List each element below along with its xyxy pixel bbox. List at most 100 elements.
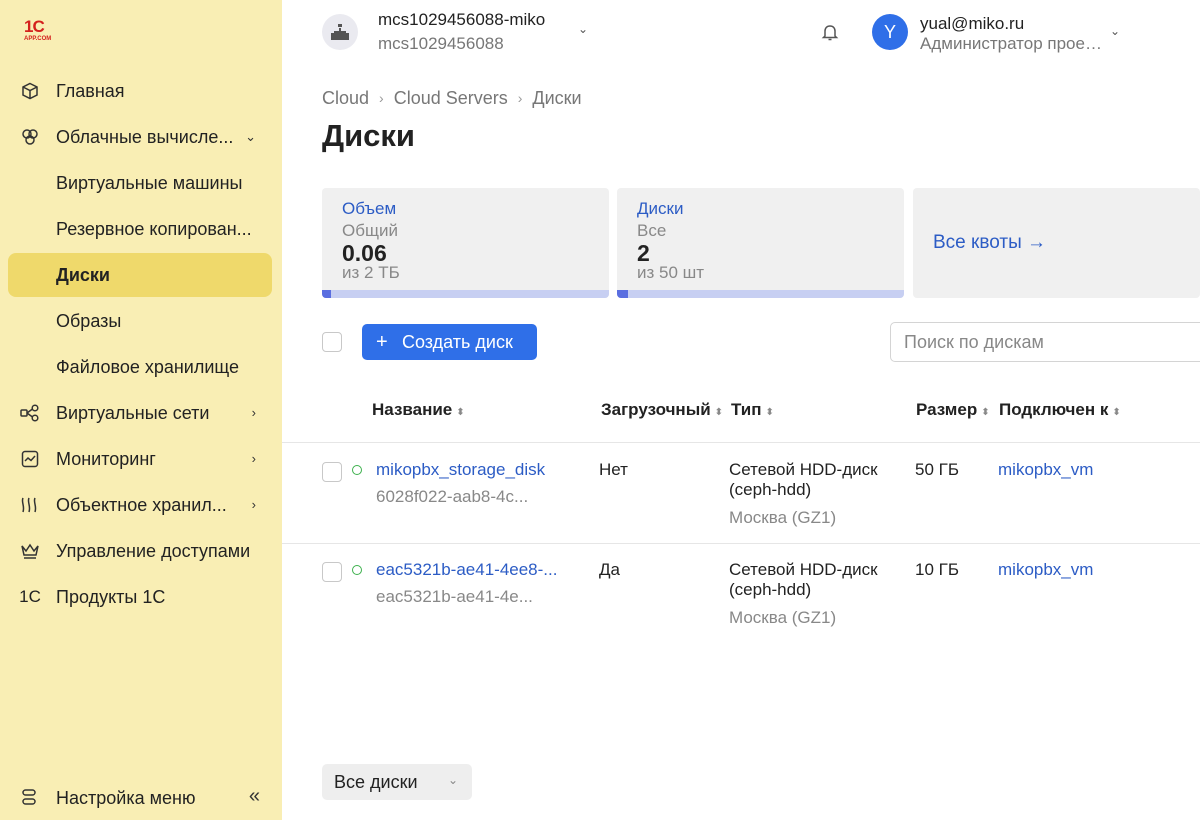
user-role: Администратор проекта — [920, 34, 1102, 53]
disk-size: 10 ГБ — [915, 560, 959, 579]
row-checkbox[interactable] — [322, 462, 342, 482]
attached-vm-link[interactable]: mikopbx_vm — [998, 460, 1093, 480]
project-name: mcs1029456088-miko — [378, 10, 546, 29]
all-quotas-link[interactable]: Все квоты → — [913, 188, 1200, 298]
disk-bootable: Нет — [599, 460, 628, 479]
attached-vm-link[interactable]: mikopbx_vm — [998, 560, 1093, 580]
quota-subtitle: Общий — [342, 221, 398, 240]
status-ok-icon — [352, 565, 362, 575]
chevron-right-icon: › — [251, 451, 256, 466]
collapse-sidebar-icon[interactable]: « — [249, 786, 260, 806]
sidebar-item-images[interactable]: Образы — [8, 299, 272, 343]
disk-type: Сетевой HDD-диск — [729, 460, 878, 479]
table-row: eac5321b-ae41-4ee8-... eac5321b-ae41-4e.… — [282, 543, 1200, 643]
logo-mark: 1С — [24, 17, 45, 36]
select-all-checkbox[interactable] — [322, 332, 342, 352]
crown-icon — [20, 541, 40, 561]
column-header-attached[interactable]: Подключен к ⬍ — [999, 400, 1121, 420]
sidebar-item-file-storage[interactable]: Файловое хранилище — [8, 345, 272, 389]
search-input[interactable] — [890, 322, 1200, 362]
quota-subtitle: Все — [637, 221, 667, 240]
disk-id: eac5321b-ae41-4e... — [376, 587, 533, 606]
sort-icon: ⬍ — [765, 407, 774, 418]
sidebar-item-monitoring[interactable]: Мониторинг › — [8, 437, 272, 481]
chevron-down-icon: ⌄ — [578, 22, 589, 36]
project-selector[interactable]: mcs1029456088-miko mcs1029456088 ⌄ — [322, 10, 588, 53]
quota-card-disks: Диски Все 2 из 50 шт — [617, 188, 904, 298]
breadcrumb-cloud[interactable]: Cloud — [322, 88, 369, 109]
row-checkbox[interactable] — [322, 562, 342, 582]
stack-icon — [20, 788, 40, 808]
sidebar-nav: Главная Облачные вычисле... ⌄ Виртуальны… — [8, 69, 272, 621]
disk-zone: Москва (GZ1) — [729, 508, 837, 527]
breadcrumb: Cloud › Cloud Servers › Диски — [322, 88, 582, 109]
breadcrumb-separator: › — [517, 90, 523, 106]
sort-icon: ⬍ — [981, 407, 990, 418]
column-label: Подключен к — [999, 400, 1109, 419]
sidebar-item-label: Объектное хранил... — [56, 495, 227, 515]
chevron-right-icon: › — [251, 497, 256, 512]
sidebar-item-label: Виртуальные сети — [56, 403, 210, 423]
column-label: Тип — [731, 400, 762, 419]
disk-type: Сетевой HDD-диск — [729, 560, 878, 579]
user-email: yual@miko.ru — [920, 14, 1025, 33]
menu-settings[interactable]: Настройка меню « — [8, 776, 272, 820]
sort-icon: ⬍ — [1112, 407, 1121, 418]
sidebar-item-access-management[interactable]: Управление доступами — [8, 529, 272, 573]
all-quotas-label: Все квоты → — [933, 232, 1046, 253]
disk-filter-select[interactable]: Все диски ⌄ — [322, 764, 472, 800]
quota-progress-fill — [617, 290, 629, 298]
disk-size: 50 ГБ — [915, 460, 959, 479]
menu-settings-label: Настройка меню — [56, 788, 196, 808]
sidebar-item-label: Диски — [56, 265, 110, 285]
sidebar-item-1c-products[interactable]: 1С Продукты 1С — [8, 575, 272, 619]
column-header-size[interactable]: Размер ⬍ — [916, 400, 990, 420]
quota-progress-bar — [617, 290, 904, 298]
page-title: Диски — [322, 118, 415, 153]
column-header-type[interactable]: Тип ⬍ — [731, 400, 774, 420]
breadcrumb-cloud-servers[interactable]: Cloud Servers — [394, 88, 508, 109]
quota-title: Объем — [342, 199, 397, 218]
sidebar: 1С APP.COM Главная Облачные вычисле... ⌄… — [0, 0, 282, 820]
breadcrumb-separator: › — [379, 90, 384, 106]
disk-name-link[interactable]: mikopbx_storage_disk — [376, 460, 545, 480]
sidebar-item-label: Резервное копирован... — [56, 219, 252, 239]
chevron-down-icon: ⌄ — [245, 129, 256, 144]
column-label: Размер — [916, 400, 978, 419]
sidebar-item-label: Мониторинг — [56, 449, 156, 469]
sidebar-item-label: Образы — [56, 311, 122, 331]
sidebar-item-object-storage[interactable]: Объектное хранил... › — [8, 483, 272, 527]
breadcrumb-current: Диски — [532, 88, 582, 108]
chart-icon — [20, 449, 40, 469]
sidebar-item-virtual-machines[interactable]: Виртуальные машины — [8, 161, 272, 205]
column-header-name[interactable]: Название ⬍ — [372, 400, 465, 420]
sidebar-item-home[interactable]: Главная — [8, 69, 272, 113]
network-icon — [20, 403, 40, 423]
column-header-bootable[interactable]: Загрузочный ⬍ — [601, 400, 723, 420]
sidebar-item-virtual-networks[interactable]: Виртуальные сети › — [8, 391, 272, 435]
disk-id: 6028f022-aab8-4c... — [376, 487, 529, 506]
quota-progress-bar — [322, 290, 609, 298]
project-id: mcs1029456088 — [378, 34, 504, 53]
quota-card-volume: Объем Общий 0.06 из 2 ТБ — [322, 188, 609, 298]
create-disk-button[interactable]: + Создать диск — [362, 324, 537, 360]
bell-icon[interactable] — [820, 22, 840, 42]
disk-type-code: (ceph-hdd) — [729, 580, 812, 599]
user-menu[interactable]: Y yual@miko.ru Администратор проекта ⌄ — [872, 14, 1120, 53]
sidebar-item-backup[interactable]: Резервное копирован... — [8, 207, 272, 251]
avatar: Y — [872, 14, 908, 50]
table-row: mikopbx_storage_disk 6028f022-aab8-4c...… — [282, 443, 1200, 543]
1c-app-logo[interactable]: 1С APP.COM — [24, 18, 64, 46]
disk-name-link[interactable]: eac5321b-ae41-4ee8-... — [376, 560, 557, 580]
disk-zone: Москва (GZ1) — [729, 608, 837, 627]
disk-filter-label: Все диски — [334, 771, 418, 792]
1c-icon: 1С — [19, 587, 41, 606]
sidebar-item-cloud-compute[interactable]: Облачные вычисле... ⌄ — [8, 115, 272, 159]
cloud-compute-icon — [20, 127, 40, 147]
disk-bootable: Да — [599, 560, 620, 579]
sidebar-item-disks[interactable]: Диски — [8, 253, 272, 297]
column-label: Загрузочный — [601, 400, 711, 419]
object-storage-icon — [20, 495, 40, 515]
sort-icon: ⬍ — [456, 407, 465, 418]
sidebar-item-label: Главная — [56, 81, 125, 101]
